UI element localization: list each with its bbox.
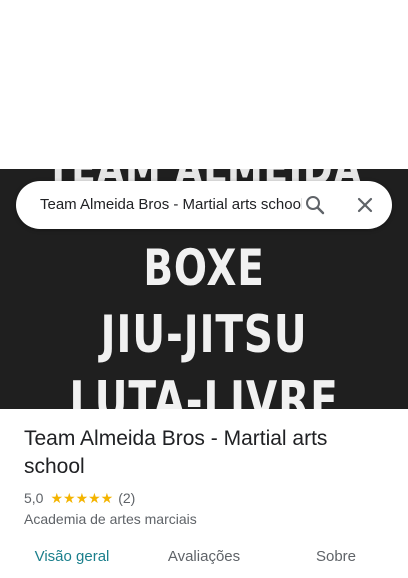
review-count: (2) [118, 490, 136, 506]
photo-text-line: JIU-JITSU [100, 305, 308, 365]
search-bar[interactable]: Team Almeida Bros - Martial arts school [16, 181, 392, 229]
search-input[interactable]: Team Almeida Bros - Martial arts school [40, 195, 302, 215]
search-icon[interactable] [303, 193, 327, 217]
rating-value: 5,0 [24, 490, 44, 506]
rating-row[interactable]: 5,0 ★★★★★ (2) [24, 489, 135, 507]
star-icon: ★★★★★ [50, 489, 114, 506]
tab-bar: Visão geral Avaliações Sobre [0, 547, 408, 578]
place-title: Team Almeida Bros - Martial arts school [24, 427, 328, 478]
tab-reviews[interactable]: Avaliações [152, 547, 256, 578]
photo-text-line: LUTA-LIVRE [69, 371, 339, 409]
place-details-sheet: Team Almeida Bros - Martial arts school … [0, 409, 408, 578]
tab-about[interactable]: Sobre [284, 547, 388, 578]
close-icon[interactable] [353, 193, 377, 217]
place-category: Academia de artes marciais [24, 511, 197, 527]
tab-overview[interactable]: Visão geral [20, 547, 124, 578]
photo-text-line: BOXE [143, 239, 265, 297]
map-top-area [0, 0, 408, 169]
